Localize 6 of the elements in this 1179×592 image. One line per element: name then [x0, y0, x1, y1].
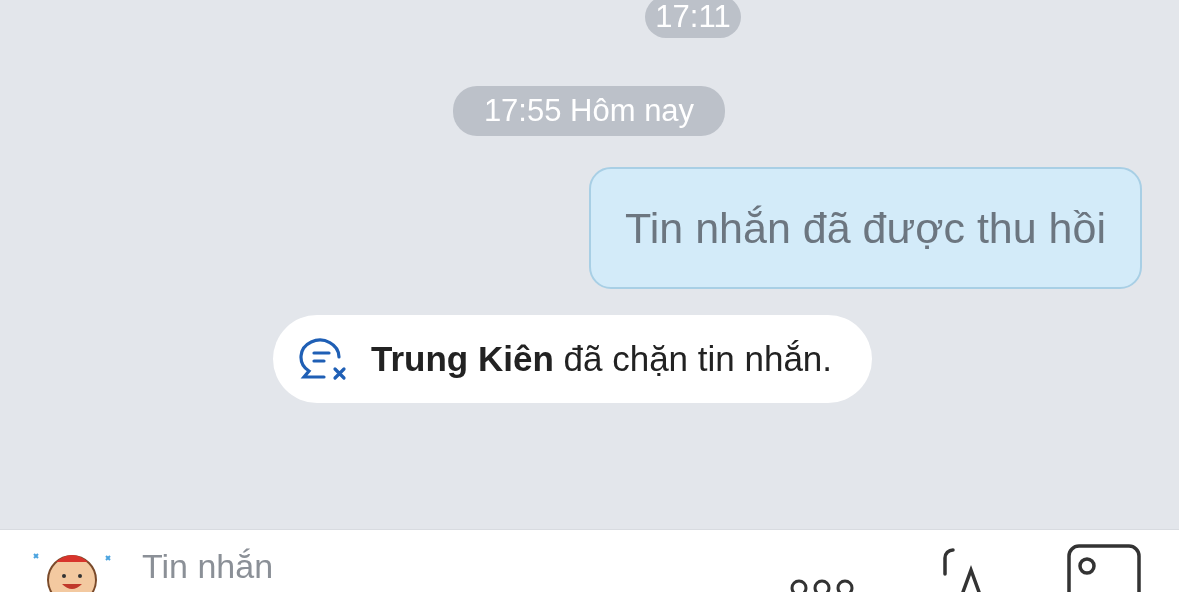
image-icon[interactable]	[1067, 544, 1141, 592]
message-bubble: Tin nhắn đã được thu hồi	[589, 167, 1142, 289]
message-input[interactable]: Tin nhắn	[142, 546, 767, 587]
timestamp: 17:11	[645, 0, 741, 38]
timestamp: 17:55 Hôm nay	[452, 86, 726, 136]
notice-text: Trung Kiên đã chặn tin nhắn.	[371, 338, 833, 380]
